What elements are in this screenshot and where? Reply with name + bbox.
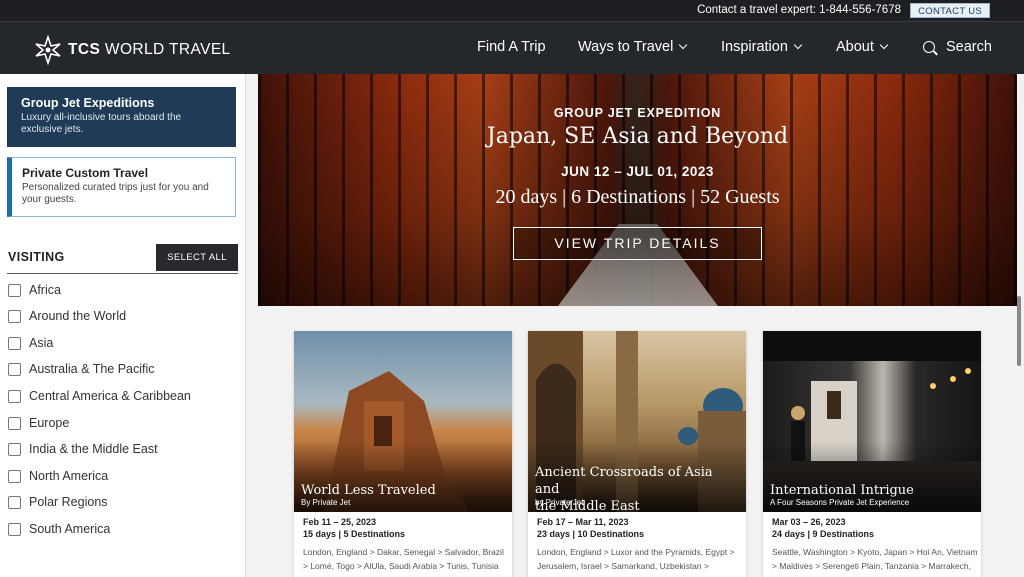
checkbox[interactable] <box>8 283 21 297</box>
checkbox[interactable] <box>8 389 21 403</box>
region-africa[interactable]: Africa <box>8 283 61 297</box>
private-custom-card[interactable]: Private Custom Travel Personalized curat… <box>7 157 236 217</box>
card-description: Personalized curated trips just for you … <box>22 182 209 205</box>
trip-name-line: Ancient Crossroads of Asia and <box>535 465 713 497</box>
logo-text: TCS WORLD TRAVEL <box>68 41 231 58</box>
hero-kicker: GROUP JET EXPEDITION <box>553 106 722 120</box>
view-trip-details-button[interactable]: VIEW TRIP DETAILS <box>513 227 762 260</box>
card-description: Luxury all-inclusive tours aboard the ex… <box>21 112 182 135</box>
nav-inspiration[interactable]: Inspiration <box>721 39 803 55</box>
region-central-america[interactable]: Central America & Caribbean <box>8 389 191 403</box>
region-label: North America <box>29 469 109 483</box>
chevron-down-icon <box>793 40 803 50</box>
region-polar-regions[interactable]: Polar Regions <box>8 495 108 509</box>
trip-duration: 24 days | 9 Destinations <box>772 529 875 539</box>
hero-dates: JUN 12 – JUL 01, 2023 <box>561 164 714 179</box>
chevron-down-icon <box>879 40 889 50</box>
region-north-america[interactable]: North America <box>8 469 108 483</box>
region-label: Africa <box>29 283 61 297</box>
visiting-heading: VISITING <box>8 250 65 264</box>
trip-dates: Feb 11 – 25, 2023 <box>303 517 377 527</box>
chevron-down-icon <box>679 40 688 50</box>
trip-itinerary-line: Seattle, Washington > Kyoto, Japan > Hoi… <box>772 547 978 557</box>
trip-dates: Mar 03 – 26, 2023 <box>772 517 846 527</box>
search-button[interactable]: Search <box>923 39 992 55</box>
region-label: Polar Regions <box>29 495 108 509</box>
utility-bar: Contact a travel expert: 1-844-556-7678 … <box>0 0 1024 21</box>
select-all-button[interactable]: SELECT ALL <box>156 244 238 271</box>
region-label: India & the Middle East <box>29 442 158 456</box>
hero-banner: GROUP JET EXPEDITION Japan, SE Asia and … <box>258 74 1017 306</box>
checkbox[interactable] <box>8 416 21 430</box>
trip-name: International Intrigue <box>770 483 914 498</box>
nav-find-a-trip[interactable]: Find A Trip <box>477 39 546 55</box>
region-label: Australia & The Pacific <box>29 362 155 376</box>
hero-title: Japan, SE Asia and Beyond <box>486 124 789 149</box>
checkbox[interactable] <box>8 442 21 456</box>
trip-card[interactable]: World Less Traveled By Private Jet Feb 1… <box>294 331 512 577</box>
region-south-america[interactable]: South America <box>8 522 110 536</box>
trip-name: Ancient Crossroads of Asia and the Middl… <box>535 464 740 515</box>
card-title: Group Jet Expeditions <box>21 96 155 110</box>
nav-item-label: Ways to Travel <box>578 39 674 55</box>
checkbox[interactable] <box>8 309 21 323</box>
trip-itinerary-line: London, England > Luxor and the Pyramids… <box>537 547 735 557</box>
region-around-the-world[interactable]: Around the World <box>8 309 126 323</box>
trip-dates: Feb 17 – Mar 11, 2023 <box>537 517 629 527</box>
checkbox[interactable] <box>8 362 21 376</box>
search-label: Search <box>946 39 992 55</box>
trip-subtitle: by Private Jet <box>535 498 584 507</box>
contact-us-button[interactable]: CONTACT US <box>910 3 990 18</box>
trip-subtitle: By Private Jet <box>301 498 351 507</box>
nav-about[interactable]: About <box>836 39 889 55</box>
logo[interactable]: TCS WORLD TRAVEL <box>33 35 231 65</box>
trip-itinerary-line: > Maldives > Serengeti Plain, Tanzania >… <box>772 561 971 571</box>
trip-duration: 15 days | 5 Destinations <box>303 529 406 539</box>
trip-itinerary-line: > Lomé, Togo > AlUla, Saudi Arabia > Tun… <box>303 561 499 571</box>
search-icon <box>923 41 935 53</box>
hero-stats: 20 days | 6 Destinations | 52 Guests <box>495 186 780 208</box>
nav-item-label: About <box>836 39 874 55</box>
checkbox[interactable] <box>8 336 21 350</box>
card-title: Private Custom Travel <box>22 166 149 180</box>
nav-item-label: Inspiration <box>721 39 788 55</box>
nav-ways-to-travel[interactable]: Ways to Travel <box>578 39 688 55</box>
region-australia-pacific[interactable]: Australia & The Pacific <box>8 362 155 376</box>
main-nav: TCS WORLD TRAVEL Find A Trip Ways to Tra… <box>0 21 1024 74</box>
trip-itinerary-line: London, England > Dakar, Senegal > Salva… <box>303 547 504 557</box>
region-label: Central America & Caribbean <box>29 389 191 403</box>
trip-subtitle: A Four Seasons Private Jet Experience <box>770 498 910 507</box>
checkbox[interactable] <box>8 469 21 483</box>
checkbox[interactable] <box>8 522 21 536</box>
trip-card[interactable]: Ancient Crossroads of Asia and the Middl… <box>528 331 746 577</box>
filter-sidebar: Group Jet Expeditions Luxury all-inclusi… <box>0 74 246 577</box>
trip-itinerary-line: Jerusalem, Israel > Samarkand, Uzbekista… <box>537 561 709 571</box>
region-india-middle-east[interactable]: India & the Middle East <box>8 442 158 456</box>
scrollbar-thumb[interactable] <box>1017 296 1021 366</box>
divider <box>7 273 238 274</box>
region-label: South America <box>29 522 111 536</box>
region-label: Europe <box>29 416 70 430</box>
trip-card[interactable]: International Intrigue A Four Seasons Pr… <box>763 331 981 577</box>
nav-item-label: Find A Trip <box>477 39 546 55</box>
trip-duration: 23 days | 10 Destinations <box>537 529 645 539</box>
region-label: Around the World <box>29 309 127 323</box>
group-jet-card[interactable]: Group Jet Expeditions Luxury all-inclusi… <box>7 87 236 147</box>
region-label: Asia <box>29 336 54 350</box>
checkbox[interactable] <box>8 495 21 509</box>
star-logo-icon <box>35 35 61 65</box>
contact-phone-text: Contact a travel expert: 1-844-556-7678 <box>697 4 901 16</box>
trip-name: World Less Traveled <box>301 483 436 498</box>
region-europe[interactable]: Europe <box>8 416 69 430</box>
region-asia[interactable]: Asia <box>8 336 53 350</box>
